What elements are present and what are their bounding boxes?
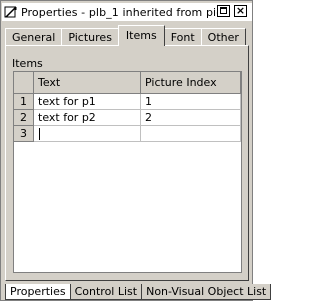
property-tabs: General Pictures Items Font Other xyxy=(5,25,246,46)
text-cell[interactable]: text for p1 xyxy=(34,94,141,110)
grid-header: Text Picture Index xyxy=(14,72,241,94)
bottom-tab-control-list[interactable]: Control List xyxy=(69,284,143,300)
table-row[interactable]: 3 xyxy=(14,126,241,142)
title-bar[interactable]: Properties - plb_1 inherited from pictu … xyxy=(2,3,252,21)
table-row[interactable]: 1 text for p1 1 xyxy=(14,94,241,110)
table-row[interactable]: 2 text for p2 2 xyxy=(14,110,241,126)
corner-header xyxy=(14,72,34,94)
properties-icon xyxy=(4,6,17,18)
row-number[interactable]: 1 xyxy=(14,94,34,110)
bottom-tabs: Properties Control List Non-Visual Objec… xyxy=(5,284,272,300)
row-number[interactable]: 3 xyxy=(14,126,34,142)
properties-window: Properties - plb_1 inherited from pictu … xyxy=(0,0,272,301)
close-button[interactable]: × xyxy=(234,5,247,17)
items-label: Items xyxy=(12,57,43,70)
text-cell[interactable]: text for p2 xyxy=(34,110,141,126)
tab-items[interactable]: Items xyxy=(117,25,165,46)
bottom-tab-properties[interactable]: Properties xyxy=(5,284,71,300)
tab-other[interactable]: Other xyxy=(200,28,246,46)
tab-general[interactable]: General xyxy=(5,28,63,46)
window-title: Properties - plb_1 inherited from pictu xyxy=(21,5,226,19)
picture-index-cell[interactable]: 1 xyxy=(141,94,241,110)
picture-index-cell[interactable] xyxy=(141,126,241,142)
column-header-picture-index[interactable]: Picture Index xyxy=(141,72,241,94)
tab-font[interactable]: Font xyxy=(163,28,202,46)
tab-pictures[interactable]: Pictures xyxy=(61,28,119,46)
column-header-text[interactable]: Text xyxy=(34,72,141,94)
bottom-tab-non-visual-object-list[interactable]: Non-Visual Object List xyxy=(141,284,272,300)
text-cell-editing[interactable] xyxy=(34,126,141,142)
items-grid[interactable]: Text Picture Index 1 text for p1 1 2 tex… xyxy=(13,71,242,273)
restore-button[interactable] xyxy=(217,5,230,17)
text-caret xyxy=(39,128,40,140)
row-number[interactable]: 2 xyxy=(14,110,34,126)
picture-index-cell[interactable]: 2 xyxy=(141,110,241,126)
